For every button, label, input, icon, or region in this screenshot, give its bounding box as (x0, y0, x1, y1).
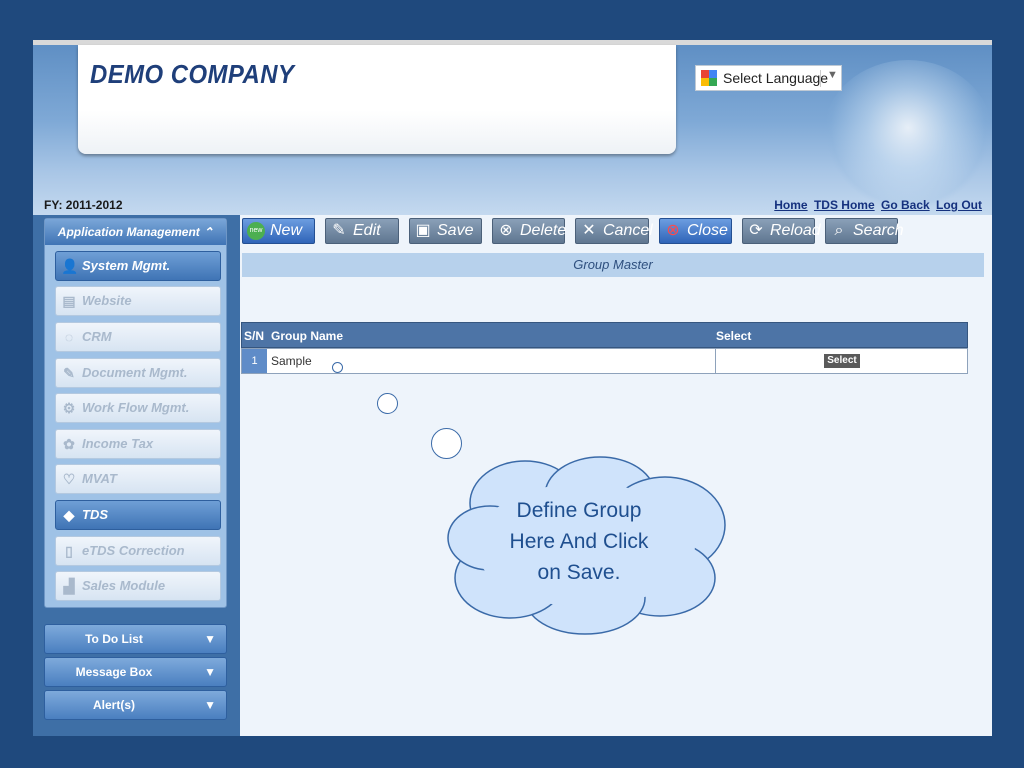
application-management-header[interactable]: Application Management ⌃ (45, 219, 226, 245)
sidebar: Application Management ⌃ 👤 System Mgmt. … (33, 215, 240, 736)
column-header-group-name: Group Name (271, 329, 344, 343)
grid-header: S/N Group Name Select (241, 322, 968, 348)
search-icon: ⌕ (834, 222, 844, 239)
floppy-disk-icon: ▣ (415, 222, 431, 239)
save-label: Save (437, 222, 474, 239)
income-tax-icon: ✿ (63, 436, 75, 452)
callout-text: Define Group Here And Click on Save. (470, 495, 688, 588)
cancel-label: Cancel (603, 222, 653, 239)
edit-button[interactable]: ✎ Edit (325, 218, 399, 244)
chevron-down-icon: ▼ (204, 665, 216, 679)
etds-icon: ▯ (65, 543, 73, 559)
google-translate-icon (701, 70, 717, 86)
sidebar-item-label: Website (82, 293, 132, 308)
delete-icon: ⊗ (499, 222, 513, 239)
application-management-panel: Application Management ⌃ 👤 System Mgmt. … (44, 218, 227, 608)
language-select[interactable]: Select Language ▼ (695, 65, 842, 91)
to-do-list-label: To Do List (85, 632, 143, 646)
sidebar-item-sales-module[interactable]: ▟ Sales Module (55, 571, 221, 601)
chevron-down-icon: ▼ (204, 632, 216, 646)
reload-label: Reload (770, 222, 821, 239)
to-do-list-toggle[interactable]: To Do List ▼ (44, 624, 227, 654)
reload-icon: ⟳ (749, 222, 763, 239)
sidebar-item-system-mgmt[interactable]: 👤 System Mgmt. (55, 251, 221, 281)
cancel-icon: ✕ (582, 222, 596, 239)
row-sn: 1 (242, 349, 267, 373)
new-button[interactable]: new New (242, 218, 315, 244)
panel-title: Application Management (57, 225, 200, 239)
chart-icon: ▤ (62, 293, 76, 309)
language-select-label: Select Language (723, 70, 829, 86)
sidebar-item-label: System Mgmt. (82, 258, 171, 273)
sidebar-item-label: MVAT (82, 471, 117, 486)
workflow-icon: ⚙ (62, 400, 76, 416)
close-icon: ⊗ (666, 222, 680, 239)
save-button[interactable]: ▣ Save (409, 218, 482, 244)
sidebar-item-label: eTDS Correction (82, 543, 185, 558)
fiscal-year-label: FY: 2011-2012 (44, 198, 123, 212)
search-label: Search (853, 222, 904, 239)
tds-home-link[interactable]: TDS Home (814, 198, 875, 212)
sidebar-item-label: Sales Module (82, 578, 166, 593)
language-separator (820, 70, 821, 87)
chevron-down-icon[interactable]: ▼ (827, 69, 838, 81)
sidebar-item-label: Work Flow Mgmt. (82, 400, 190, 415)
sidebar-item-label: CRM (82, 329, 112, 344)
log-out-link[interactable]: Log Out (936, 198, 982, 212)
person-icon: 👤 (61, 258, 79, 274)
callout-line-3: on Save. (537, 561, 621, 584)
document-icon: ✎ (63, 365, 75, 381)
column-header-sn: S/N (244, 329, 265, 343)
reload-button[interactable]: ⟳ Reload (742, 218, 821, 244)
column-header-select: Select (716, 329, 752, 343)
tds-icon: ◆ (63, 507, 75, 523)
callout-bubble-medium (377, 393, 398, 414)
edit-label: Edit (353, 222, 381, 239)
callout-line-2: Here And Click (509, 530, 649, 553)
sidebar-item-website[interactable]: ▤ Website (55, 286, 221, 316)
sidebar-item-label: Income Tax (82, 436, 154, 451)
delete-button[interactable]: ⊗ Delete (492, 218, 567, 244)
page-title: Group Master (242, 253, 984, 277)
chevron-up-icon: ⌃ (203, 225, 214, 239)
sidebar-item-mvat[interactable]: ♡ MVAT (55, 464, 221, 494)
alerts-toggle[interactable]: Alert(s) ▼ (44, 690, 227, 720)
close-label: Close (687, 222, 728, 239)
go-back-link[interactable]: Go Back (881, 198, 930, 212)
table-row[interactable]: 1 Sample Select (241, 348, 968, 374)
message-box-label: Message Box (75, 665, 153, 679)
logo-panel: DEMO COMPANY (78, 45, 676, 154)
home-link[interactable]: Home (774, 198, 807, 212)
message-box-toggle[interactable]: Message Box ▼ (44, 657, 227, 687)
new-icon: new (247, 222, 265, 240)
sidebar-item-etds-correction[interactable]: ▯ eTDS Correction (55, 536, 221, 566)
mvat-icon: ♡ (62, 471, 76, 487)
sidebar-item-label: Document Mgmt. (82, 365, 188, 380)
sidebar-item-document-mgmt[interactable]: ✎ Document Mgmt. (55, 358, 221, 388)
company-name: DEMO COMPANY (90, 59, 295, 89)
sidebar-item-income-tax[interactable]: ✿ Income Tax (55, 429, 221, 459)
globe-graphic (823, 60, 992, 210)
pencil-icon: ✎ (332, 222, 346, 239)
search-button[interactable]: ⌕ Search (825, 218, 904, 244)
header: DEMO COMPANY Select Language ▼ FY: 2011-… (33, 45, 992, 215)
callout-line-1: Define Group (516, 499, 642, 522)
sidebar-item-work-flow-mgmt[interactable]: ⚙ Work Flow Mgmt. (55, 393, 221, 423)
sidebar-item-crm[interactable]: ◌ CRM (55, 322, 221, 352)
close-button[interactable]: ⊗ Close (659, 218, 732, 244)
sidebar-item-tds[interactable]: ◆ TDS (55, 500, 221, 530)
row-group-name: Sample (271, 354, 312, 368)
callout-bubble-small (332, 362, 343, 373)
crm-icon: ◌ (64, 329, 74, 345)
top-links: Home TDS Home Go Back Log Out (771, 198, 982, 212)
sales-icon: ▟ (63, 578, 75, 594)
sidebar-item-label: TDS (82, 507, 108, 522)
new-label: New (270, 222, 303, 239)
select-button[interactable]: Select (824, 354, 860, 368)
cancel-button[interactable]: ✕ Cancel (575, 218, 653, 244)
delete-label: Delete (520, 222, 567, 239)
column-divider (715, 349, 716, 373)
chevron-down-icon: ▼ (204, 698, 216, 712)
alerts-label: Alert(s) (92, 698, 135, 712)
